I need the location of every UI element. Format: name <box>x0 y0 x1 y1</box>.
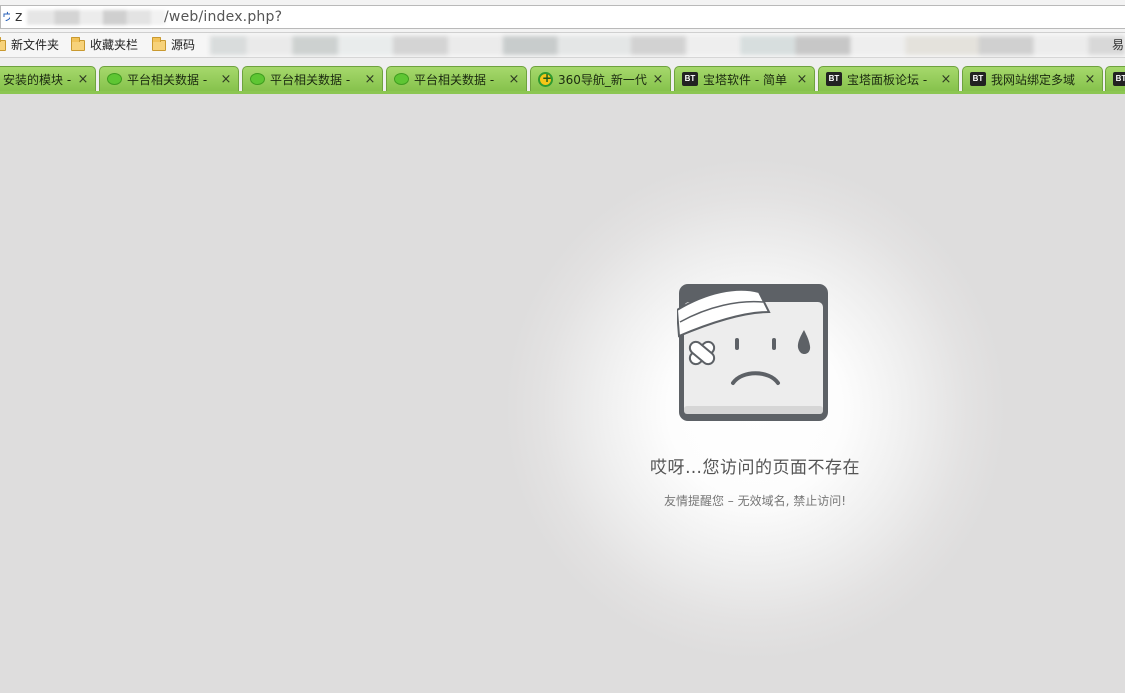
bookmark-folder-source[interactable]: 源码 <box>152 37 195 54</box>
tab-label: 360导航_新一代 <box>558 72 647 87</box>
tab-strip: 安装的模块 - × 平台相关数据 - × 平台相关数据 - × 平台相关数据 -… <box>0 58 1125 94</box>
url-host-text: z <box>15 9 23 25</box>
url-path-text: /web/index.php? <box>164 9 283 25</box>
close-icon[interactable]: × <box>74 72 92 87</box>
bookmark-folder-favorites[interactable]: 收藏夹栏 <box>71 37 138 54</box>
bookmarks-redacted-area <box>210 36 1125 55</box>
wechat-icon <box>394 73 409 85</box>
close-icon[interactable]: × <box>361 72 379 87</box>
tab-label: 平台相关数据 - <box>127 72 208 87</box>
bt-icon: BT <box>682 72 698 86</box>
tab-platform-data-1[interactable]: 平台相关数据 - × <box>99 66 239 91</box>
close-icon[interactable]: × <box>649 72 667 87</box>
bt-icon: BT <box>826 72 842 86</box>
address-bar: ゥ z /web/index.php? <box>0 0 1125 33</box>
close-icon[interactable]: × <box>793 72 811 87</box>
error-title: 哎呀…您访问的页面不存在 <box>650 458 860 478</box>
error-subtitle: 友情提醒您 – 无效域名, 禁止访问! <box>663 494 847 508</box>
360-icon <box>538 71 553 87</box>
tab-platform-data-3[interactable]: 平台相关数据 - × <box>386 66 527 91</box>
tab-platform-data-2[interactable]: 平台相关数据 - × <box>242 66 383 91</box>
bt-icon: BT <box>1113 72 1125 86</box>
bookmark-label: 收藏夹栏 <box>90 38 139 52</box>
url-host-redacted <box>27 10 165 25</box>
tab-overflow[interactable]: BT <box>1105 66 1125 91</box>
folder-icon <box>71 37 85 51</box>
tab-bt-forum[interactable]: BT 宝塔面板论坛 - × <box>818 66 959 91</box>
close-icon[interactable]: × <box>505 72 523 87</box>
tab-label: 宝塔软件 - 简单 <box>703 72 787 87</box>
wechat-icon <box>107 73 122 85</box>
tab-modules[interactable]: 安装的模块 - × <box>0 66 96 91</box>
folder-icon <box>0 37 6 51</box>
error-page: 哎呀…您访问的页面不存在 友情提醒您 – 无效域名, 禁止访问! <box>0 94 1125 693</box>
tab-label: 平台相关数据 - <box>270 72 351 87</box>
site-identity-icon: ゥ <box>1 9 10 24</box>
url-input[interactable]: ゥ z /web/index.php? <box>0 5 1125 29</box>
tab-label: 平台相关数据 - <box>414 72 495 87</box>
bookmark-label: 源码 <box>171 38 196 52</box>
sad-face-icon <box>677 284 828 421</box>
bt-icon: BT <box>970 72 986 86</box>
bookmark-label: 新文件夹 <box>11 38 60 52</box>
close-icon[interactable]: × <box>1081 72 1099 87</box>
wechat-icon <box>250 73 265 85</box>
tab-label: 宝塔面板论坛 - <box>847 72 928 87</box>
bookmark-fragment: 易 <box>1112 38 1125 52</box>
tab-360-nav[interactable]: 360导航_新一代 × <box>530 66 671 91</box>
tab-label: 安装的模块 - <box>3 72 72 87</box>
close-icon[interactable]: × <box>217 72 235 87</box>
bookmark-folder-new[interactable]: 新文件夹 <box>0 37 59 54</box>
tab-label: 我网站绑定多域 <box>991 72 1076 87</box>
bookmarks-bar: 新文件夹 收藏夹栏 源码 易 <box>0 33 1125 58</box>
close-icon[interactable]: × <box>937 72 955 87</box>
tab-bt-software[interactable]: BT 宝塔软件 - 简单 × <box>674 66 815 91</box>
tab-multi-domain[interactable]: BT 我网站绑定多域 × <box>962 66 1103 91</box>
folder-icon <box>152 37 166 51</box>
